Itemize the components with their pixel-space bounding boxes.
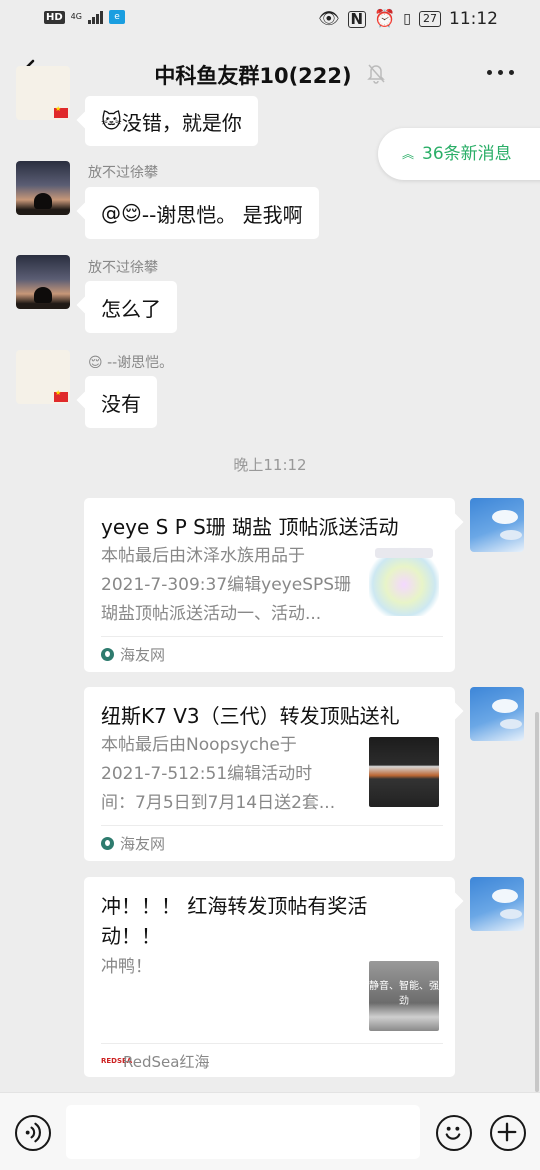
mute-bell-icon <box>366 64 385 84</box>
sender-name: 放不过徐攀 <box>88 260 158 276</box>
card-description: 冲鸭！ <box>101 953 353 982</box>
message-bubble[interactable]: 怎么了 <box>85 281 177 333</box>
message-bubble[interactable]: @ 😌 --谢思恺。 是我啊 <box>85 187 319 239</box>
voice-input-button[interactable] <box>15 1115 51 1151</box>
message-bubble[interactable]: 没有 <box>85 376 157 428</box>
network-type: 4G <box>70 12 82 21</box>
sender-name: 放不过徐攀 <box>88 165 158 181</box>
china-flag-icon <box>54 389 68 402</box>
card-desc-line: 间：7月5日到7月14日送2套... <box>101 793 336 813</box>
message-bubble[interactable]: 🐱 没错，就是你 <box>85 96 258 146</box>
new-messages-label: 36条新消息 <box>422 144 512 164</box>
nfc-icon: N <box>347 10 367 28</box>
my-avatar[interactable] <box>470 877 524 931</box>
voice-icon <box>25 1122 41 1143</box>
relieved-emoji-icon: 😌 <box>121 201 142 225</box>
card-title-line: 冲！！！ 红海转发顶帖有奖活 <box>101 894 368 918</box>
card-description: 本帖最后由Noopsyche于 2021-7-512:51编辑活动时 间：7月5… <box>101 731 353 818</box>
card-title: yeye S P S珊 瑚盐 顶帖派送活动 <box>101 515 399 539</box>
input-bar <box>0 1092 540 1170</box>
status-right: 👁 N ⏰ ▯ 27 11:12 <box>318 9 498 29</box>
vibrate-icon: ▯ <box>403 11 411 27</box>
card-title-line: 动！！ <box>101 924 161 948</box>
avatar[interactable] <box>16 161 70 215</box>
card-thumbnail <box>369 546 439 616</box>
card-title: 纽斯K7 V3（三代）转发顶贴送礼 <box>101 704 400 728</box>
link-card[interactable]: 冲！！！ 红海转发顶帖有奖活 动！！ 冲鸭！ 静音、智能、强劲 REDSEA R… <box>84 877 455 1077</box>
message-input[interactable] <box>66 1105 420 1159</box>
mention-prefix: @ <box>101 201 121 225</box>
card-desc-line: 瑚盐顶帖派送活动一、活动... <box>101 604 322 624</box>
card-desc-line: 本帖最后由Noopsyche于 <box>101 735 297 755</box>
new-messages-button[interactable]: ︽ 36条新消息 <box>378 128 540 180</box>
cat-emoji-icon: 🐱 <box>101 109 122 133</box>
status-left: HD 4G e <box>44 10 125 24</box>
card-description: 本帖最后由沐泽水族用品于 2021-7-309:37编辑yeyeSPS珊 瑚盐顶… <box>101 542 353 629</box>
card-title: 冲！！！ 红海转发顶帖有奖活 动！！ <box>101 891 441 951</box>
hd-badge: HD <box>44 10 65 24</box>
chat-title-wrap: 中科鱼友群10(222) <box>0 60 540 90</box>
sender-emoji-icon: 😌 <box>88 355 103 371</box>
avatar[interactable] <box>16 66 70 120</box>
card-thumbnail <box>369 737 439 807</box>
scrollbar[interactable] <box>535 712 539 1092</box>
card-desc-line: 冲鸭！ <box>101 957 152 977</box>
emoji-button[interactable] <box>436 1115 472 1151</box>
sender-name: 😌 --谢思恺。 <box>88 352 173 372</box>
thumbnail-caption: 静音、智能、强劲 <box>369 981 439 1007</box>
card-source: REDSEA RedSea红海 <box>101 1051 209 1072</box>
status-time: 11:12 <box>449 9 498 29</box>
redsea-logo-icon: REDSEA <box>101 1057 133 1065</box>
my-avatar[interactable] <box>470 687 524 741</box>
double-chevron-up-icon: ︽ <box>402 147 415 161</box>
card-desc-line: 本帖最后由沐泽水族用品于 <box>101 546 305 566</box>
card-desc-line: 2021-7-512:51编辑活动时 <box>101 764 313 784</box>
card-divider <box>101 1043 443 1044</box>
plus-icon <box>497 1122 517 1142</box>
card-source-label: 海友网 <box>120 646 166 664</box>
chat-title-inner: 中科鱼友群10(222) <box>154 60 385 90</box>
card-desc-line: 2021-7-309:37编辑yeyeSPS珊 <box>101 575 352 595</box>
smile-icon <box>445 1126 461 1140</box>
card-divider <box>101 825 443 826</box>
card-source-label: RedSea红海 <box>123 1053 210 1071</box>
card-divider <box>101 636 443 637</box>
haiyou-logo-icon <box>101 648 114 661</box>
time-divider: 晚上11:12 <box>233 456 307 474</box>
avatar[interactable] <box>16 350 70 404</box>
china-flag-icon <box>54 105 68 118</box>
message-text: 怎么了 <box>101 296 161 321</box>
card-thumbnail: 静音、智能、强劲 <box>369 961 439 1031</box>
chat-header: 中科鱼友群10(222) <box>0 40 540 106</box>
alarm-icon: ⏰ <box>374 9 396 29</box>
link-card[interactable]: yeye S P S珊 瑚盐 顶帖派送活动 本帖最后由沐泽水族用品于 2021-… <box>84 498 455 672</box>
my-avatar[interactable] <box>470 498 524 552</box>
chat-title: 中科鱼友群10(222) <box>154 64 352 88</box>
message-text: 没错，就是你 <box>121 110 242 135</box>
status-bar: HD 4G e 👁 N ⏰ ▯ 27 11:12 <box>0 0 540 40</box>
eye-icon: 👁 <box>317 9 340 29</box>
sender-name-text: --谢思恺。 <box>107 355 174 371</box>
more-functions-button[interactable] <box>490 1115 526 1151</box>
avatar[interactable] <box>16 255 70 309</box>
more-options-icon[interactable] <box>487 70 514 75</box>
card-source: 海友网 <box>101 644 165 665</box>
card-source: 海友网 <box>101 833 165 854</box>
haiyou-logo-icon <box>101 837 114 850</box>
battery-icon: 27 <box>419 11 441 27</box>
card-source-label: 海友网 <box>120 835 166 853</box>
app-notification-icon: e <box>108 10 125 24</box>
link-card[interactable]: 纽斯K7 V3（三代）转发顶贴送礼 本帖最后由Noopsyche于 2021-7… <box>84 687 455 861</box>
message-text: 没有 <box>101 391 141 416</box>
signal-icon <box>87 10 103 24</box>
message-text: --谢思恺。 是我啊 <box>141 202 303 227</box>
